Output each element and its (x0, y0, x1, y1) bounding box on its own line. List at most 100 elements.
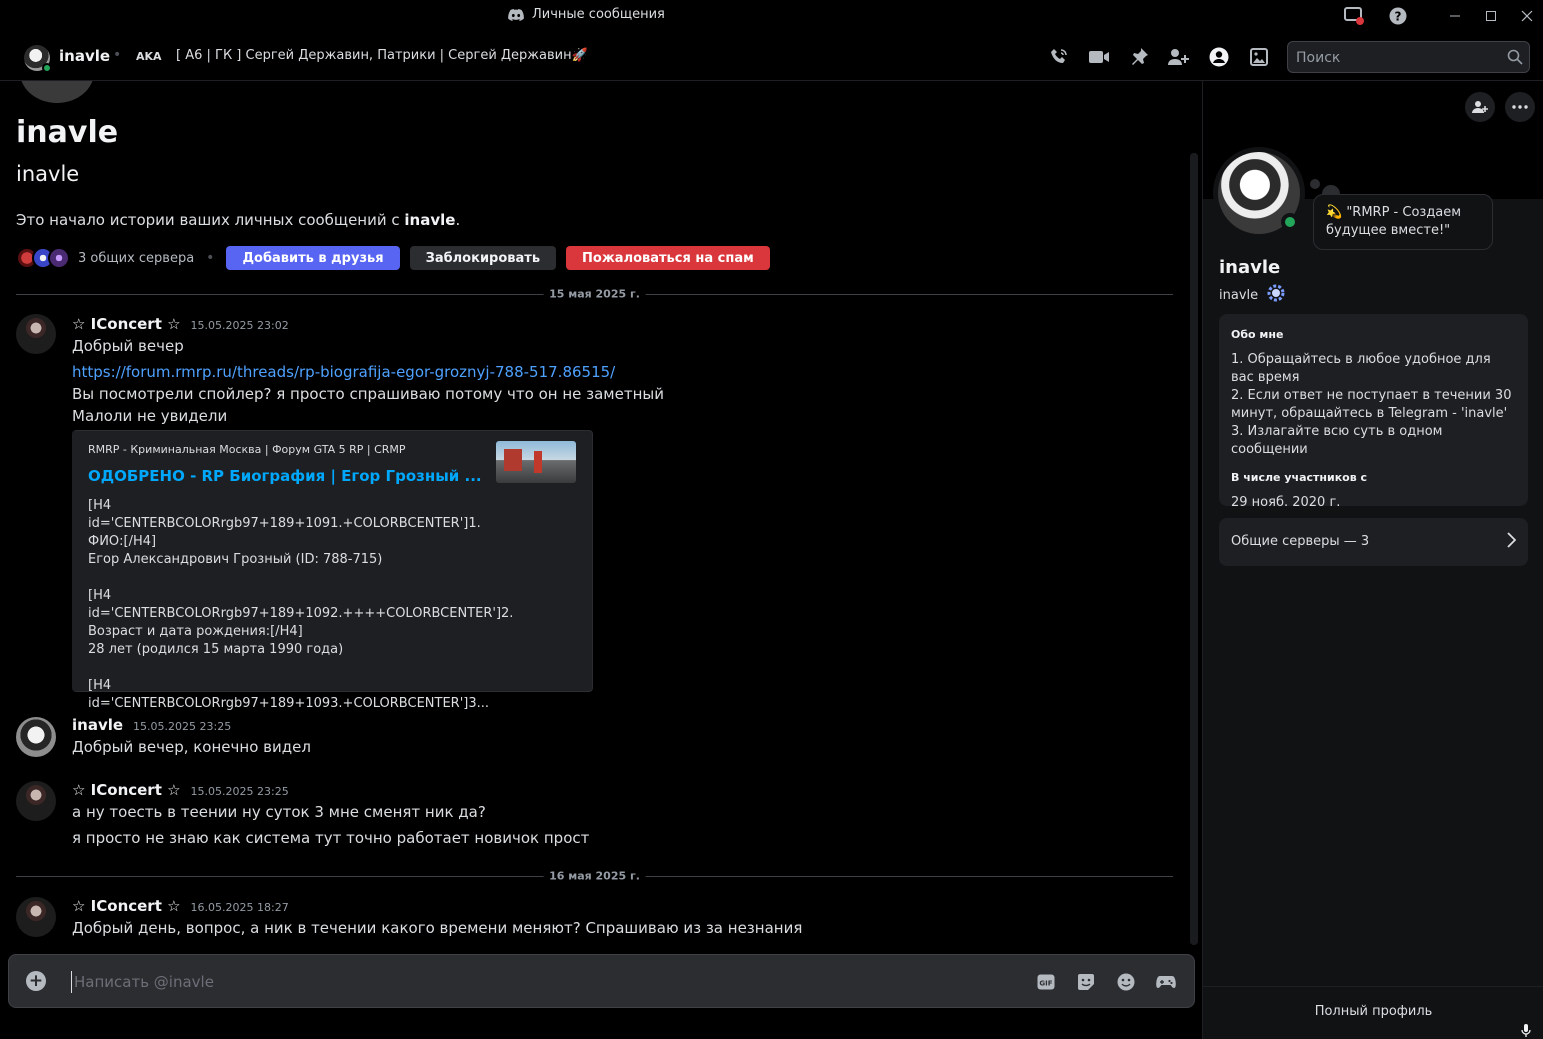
minimize-icon[interactable] (1444, 6, 1466, 26)
mutual-servers-row[interactable]: Общие серверы — 3 (1219, 518, 1528, 566)
message-input[interactable] (71, 971, 971, 993)
message-text: Добрый день, вопрос, а ник в течении как… (72, 919, 803, 937)
full-profile-button[interactable]: Полный профиль (1203, 986, 1543, 1036)
profile-handle-text: inavle (1219, 287, 1259, 303)
message-text: Малоли не увидели (72, 407, 228, 425)
about-line: 3. Излагайте всю суть в одном сообщении (1231, 424, 1443, 457)
close-icon[interactable] (1516, 6, 1538, 26)
message-header: ☆ IConcert ☆ 15.05.2025 23:02 (72, 315, 289, 333)
message-text: а ну тоесть в теении ну суток 3 мне смен… (72, 803, 486, 821)
add-friends-to-dm-icon[interactable] (1168, 46, 1190, 68)
mutual-servers-label: Общие серверы — 3 (1231, 534, 1370, 549)
title-bar: Личные сообщения ? (0, 0, 1543, 32)
discord-icon (508, 8, 524, 21)
intro-subtitle: inavle (16, 162, 80, 186)
window-title-text: Личные сообщения (532, 7, 665, 22)
about-card: Обо мне 1. Обращайтесь в любое удобное д… (1219, 314, 1528, 510)
message-header: ☆ IConcert ☆ 15.05.2025 23:25 (72, 781, 289, 799)
message-header: ☆ IConcert ☆ 16.05.2025 18:27 (72, 897, 289, 915)
online-status-icon (1281, 213, 1299, 231)
message-link[interactable]: https://forum.rmrp.ru/threads/rp-biograf… (72, 363, 615, 381)
status-bubble-dot (1310, 179, 1320, 189)
more-options-icon[interactable] (1505, 92, 1535, 122)
intro-text-suffix: . (455, 211, 461, 229)
maximize-icon[interactable] (1480, 6, 1502, 26)
header-username[interactable]: inavle (59, 47, 110, 65)
message-timestamp: 16.05.2025 18:27 (190, 901, 289, 914)
custom-status[interactable]: 💫 "RMRP - Создаем будущее вместе!" (1313, 194, 1493, 250)
search-icon[interactable] (1507, 49, 1523, 69)
sticker-icon[interactable] (1075, 971, 1097, 993)
link-embed: RMRP - Криминальная Москва | Форум GTA 5… (72, 430, 593, 711)
search-box[interactable] (1287, 41, 1530, 73)
message-author[interactable]: ☆ IConcert ☆ (72, 781, 181, 799)
pinned-messages-icon[interactable] (1128, 46, 1150, 68)
dm-header: inavle • AKA [ А6 | ГК ] Сергей Державин… (0, 32, 1543, 81)
add-friend-icon[interactable] (1465, 92, 1495, 122)
message-timestamp: 15.05.2025 23:02 (190, 319, 289, 332)
header-avatar[interactable] (24, 45, 52, 73)
search-input[interactable] (1296, 48, 1496, 68)
intro-avatar (20, 81, 94, 103)
svg-text:GIF: GIF (1039, 980, 1052, 988)
intro-text-name: inavle (404, 211, 456, 229)
intro-text-prefix: Это начало истории ваших личных сообщени… (16, 211, 405, 229)
embed-title[interactable]: ОДОБРЕНО - RP Биография | Егор Грозный .… (88, 467, 482, 485)
separator-dot: • (206, 250, 215, 266)
message-avatar[interactable] (16, 897, 56, 937)
voice-call-icon[interactable] (1048, 46, 1070, 68)
help-icon[interactable]: ? (1387, 6, 1409, 26)
message-author[interactable]: ☆ IConcert ☆ (72, 897, 181, 915)
gif-icon[interactable]: GIF (1035, 971, 1057, 993)
block-button[interactable]: Заблокировать (409, 246, 557, 270)
media-icon[interactable] (1248, 46, 1270, 68)
report-spam-button[interactable]: Пожаловаться на спам (566, 246, 770, 270)
attach-plus-icon[interactable]: + (26, 971, 46, 991)
profile-avatar[interactable] (1213, 147, 1305, 239)
aka-names: [ А6 | ГК ] Сергей Державин, Патрики | С… (176, 48, 588, 63)
date-divider: 15 мая 2025 г. (16, 287, 1173, 301)
about-line: 2. Если ответ не поступает в течении 30 … (1231, 388, 1512, 421)
video-call-icon[interactable] (1088, 46, 1110, 68)
date-divider-label: 15 мая 2025 г. (543, 287, 646, 301)
microphone-icon[interactable] (1521, 1024, 1531, 1039)
user-profile-panel: 💫 "RMRP - Создаем будущее вместе!" inavl… (1202, 81, 1543, 1039)
nitro-badge-icon[interactable] (1266, 283, 1286, 307)
mutual-servers-label[interactable]: 3 общих сервера (78, 251, 194, 266)
member-since-heading: В числе участников с (1231, 471, 1368, 484)
user-profile-icon[interactable] (1208, 46, 1230, 68)
embed-provider[interactable]: RMRP - Криминальная Москва | Форум GTA 5… (88, 443, 406, 456)
profile-display-name: inavle (1219, 257, 1281, 278)
message-author[interactable]: ☆ IConcert ☆ (72, 315, 181, 333)
date-divider-label: 16 мая 2025 г. (543, 869, 646, 883)
message-timestamp: 15.05.2025 23:25 (190, 785, 289, 798)
member-since-date: 29 нояб. 2020 г. (1231, 495, 1341, 510)
message-avatar[interactable] (16, 781, 56, 821)
profile-handle: inavle (1219, 283, 1286, 307)
aka-label: AKA (136, 50, 162, 63)
intro-actions: 3 общих сервера • Добавить в друзья Забл… (16, 245, 780, 271)
emoji-icon[interactable] (1115, 971, 1137, 993)
intro-title: inavle (16, 115, 119, 150)
add-friend-button[interactable]: Добавить в друзья (226, 246, 400, 270)
activities-icon[interactable] (1155, 971, 1177, 993)
scrollbar-thumb[interactable] (1190, 153, 1198, 945)
inbox-icon[interactable] (1343, 6, 1365, 26)
window-title: Личные сообщения (508, 7, 665, 22)
embed-thumbnail[interactable] (496, 441, 576, 483)
message-avatar[interactable] (16, 717, 56, 757)
chat-scrollbar[interactable] (1190, 153, 1198, 945)
separator-dot: • (113, 47, 122, 63)
message-text: Добрый вечер, конечно видел (72, 738, 311, 756)
full-profile-label: Полный профиль (1314, 1004, 1433, 1019)
online-status-icon (42, 63, 52, 73)
message-author[interactable]: inavle (72, 716, 123, 734)
embed-description: [H4 id='CENTERBCOLORrgb97+189+1091.+COLO… (88, 498, 514, 711)
intro-text: Это начало истории ваших личных сообщени… (16, 211, 460, 229)
date-divider: 16 мая 2025 г. (16, 869, 1173, 883)
mutual-server-icon[interactable] (48, 247, 70, 269)
chevron-right-icon (1506, 532, 1517, 552)
message-timestamp: 15.05.2025 23:25 (133, 720, 232, 733)
message-avatar[interactable] (16, 314, 56, 354)
message-text: Добрый вечер (72, 337, 184, 355)
